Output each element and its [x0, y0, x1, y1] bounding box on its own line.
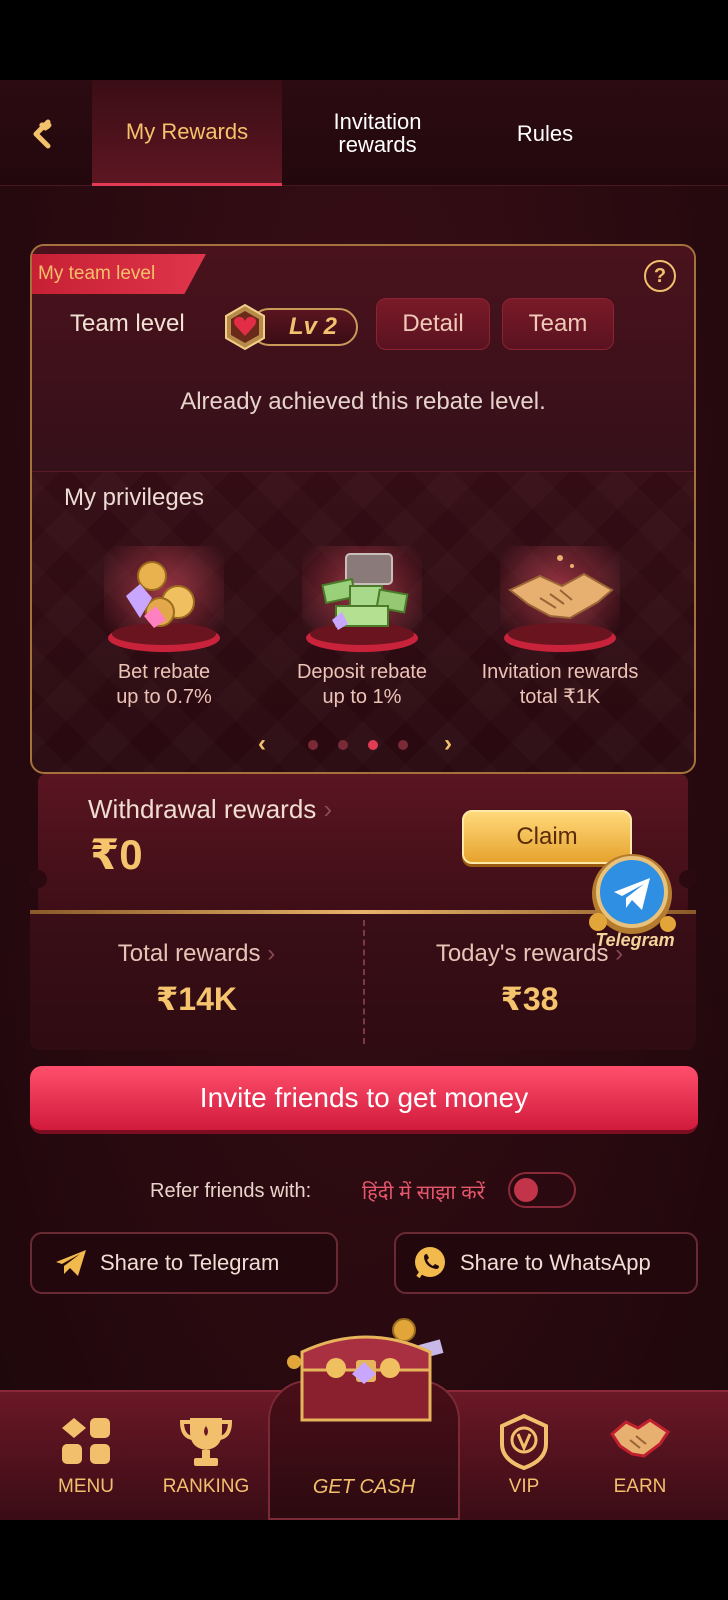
- achieved-text: Already achieved this rebate level.: [180, 388, 546, 415]
- app-screen: My Rewards Invitation rewards Rules My t…: [0, 80, 728, 1520]
- total-rewards-title: Total rewards: [117, 940, 261, 967]
- toggle-knob: [514, 1178, 538, 1202]
- nav-earn[interactable]: EARN: [580, 1392, 700, 1520]
- back-arrow-icon: [33, 119, 52, 149]
- share-whatsapp-label: Share to WhatsApp: [460, 1250, 651, 1275]
- share-telegram-button[interactable]: Share to Telegram: [30, 1232, 338, 1294]
- level-gem-icon: [225, 303, 265, 351]
- privileges-title: My privileges: [64, 484, 205, 511]
- share-whatsapp-button[interactable]: Share to WhatsApp: [394, 1232, 698, 1294]
- nav-vip-label: VIP: [508, 1476, 540, 1497]
- tab-invitation-rewards[interactable]: Invitation rewards: [300, 80, 455, 186]
- withdrawal-label[interactable]: Withdrawal rewards ›: [88, 794, 332, 825]
- tab-my-rewards[interactable]: My Rewards: [92, 80, 282, 186]
- chevron-right-icon: ›: [323, 794, 333, 824]
- withdrawal-title: Withdrawal rewards: [88, 794, 317, 824]
- team-level-ribbon: My team level: [32, 254, 206, 294]
- trophy-icon: [179, 1418, 233, 1466]
- team-level-card: My team level ? Team level Lv 2 Detail T…: [30, 244, 696, 774]
- nav-vip[interactable]: VIP: [464, 1392, 584, 1520]
- nav-menu[interactable]: MENU: [26, 1392, 146, 1520]
- nav-get-cash-label: GET CASH: [312, 1476, 416, 1498]
- whatsapp-icon: [415, 1247, 445, 1279]
- team-button[interactable]: Team: [502, 298, 614, 350]
- treasure-chest-icon: [287, 1318, 444, 1422]
- nav-ranking[interactable]: RANKING: [146, 1392, 266, 1520]
- privilege-invitation-rewards[interactable]: Invitation rewards total ₹1K: [460, 536, 660, 716]
- top-tab-bar: My Rewards Invitation rewards Rules: [0, 80, 728, 186]
- telegram-float-button[interactable]: Telegram: [580, 848, 690, 958]
- refer-row: Refer friends with: हिंदी में साझा करें: [0, 1170, 728, 1210]
- nav-earn-label: EARN: [613, 1476, 667, 1497]
- nav-menu-label: MENU: [58, 1476, 114, 1497]
- coins-gems-icon: [104, 546, 224, 656]
- share-telegram-label: Share to Telegram: [100, 1250, 280, 1275]
- total-rewards-value: ₹14K: [156, 981, 237, 1017]
- privileges-carousel: ‹ ›: [32, 730, 694, 758]
- hindi-share-toggle[interactable]: [508, 1172, 576, 1208]
- tab-rules[interactable]: Rules: [475, 80, 615, 186]
- privilege-label: Deposit rebate up to 1%: [262, 660, 462, 710]
- total-rewards[interactable]: Total rewards › ₹14K: [30, 914, 363, 1050]
- vip-shield-icon: [500, 1414, 548, 1470]
- privilege-label: Bet rebate up to 0.7%: [64, 660, 264, 710]
- privilege-title: Bet rebate: [117, 661, 211, 683]
- handshake-icon: [610, 1418, 670, 1458]
- privilege-value: up to 0.7%: [116, 686, 212, 708]
- carousel-dot[interactable]: [308, 740, 318, 750]
- total-rewards-label: Total rewards ›: [30, 940, 363, 968]
- withdrawal-amount: ₹0: [90, 831, 143, 878]
- team-level-section: My team level ? Team level Lv 2 Detail T…: [32, 246, 694, 472]
- invite-friends-button[interactable]: Invite friends to get money: [30, 1066, 698, 1134]
- hindi-share-label: हिंदी में साझा करें: [362, 1182, 485, 1204]
- menu-grid-icon: [62, 1418, 110, 1464]
- refer-label: Refer friends with:: [150, 1180, 312, 1202]
- carousel-prev-icon[interactable]: ‹: [258, 730, 266, 758]
- team-level-label: Team level: [70, 310, 185, 337]
- privilege-value: up to 1%: [322, 686, 402, 708]
- level-badge: Lv 2: [220, 303, 360, 351]
- carousel-dot-active[interactable]: [368, 740, 378, 750]
- carousel-dot[interactable]: [338, 740, 348, 750]
- nav-ranking-label: RANKING: [162, 1476, 250, 1497]
- privilege-value: total ₹1K: [519, 686, 601, 708]
- privilege-label: Invitation rewards total ₹1K: [460, 660, 660, 710]
- back-button[interactable]: [22, 110, 70, 158]
- privilege-bet-rebate[interactable]: Bet rebate up to 0.7%: [64, 536, 264, 716]
- todays-rewards-value: ₹38: [500, 981, 559, 1017]
- carousel-dot[interactable]: [398, 740, 408, 750]
- chevron-right-icon: ›: [267, 940, 276, 967]
- privilege-deposit-rebate[interactable]: Deposit rebate up to 1%: [262, 536, 462, 716]
- paper-plane-icon: [56, 1250, 86, 1276]
- cash-chest-icon: [302, 546, 422, 656]
- carousel-next-icon[interactable]: ›: [444, 730, 452, 758]
- privilege-title: Deposit rebate: [296, 661, 428, 683]
- detail-button[interactable]: Detail: [376, 298, 490, 350]
- handshake-icon: [500, 546, 620, 656]
- privilege-title: Invitation rewards: [481, 661, 639, 683]
- system-nav-bar: [0, 1520, 728, 1600]
- telegram-caption: Telegram: [595, 930, 675, 950]
- help-icon[interactable]: ?: [644, 260, 676, 292]
